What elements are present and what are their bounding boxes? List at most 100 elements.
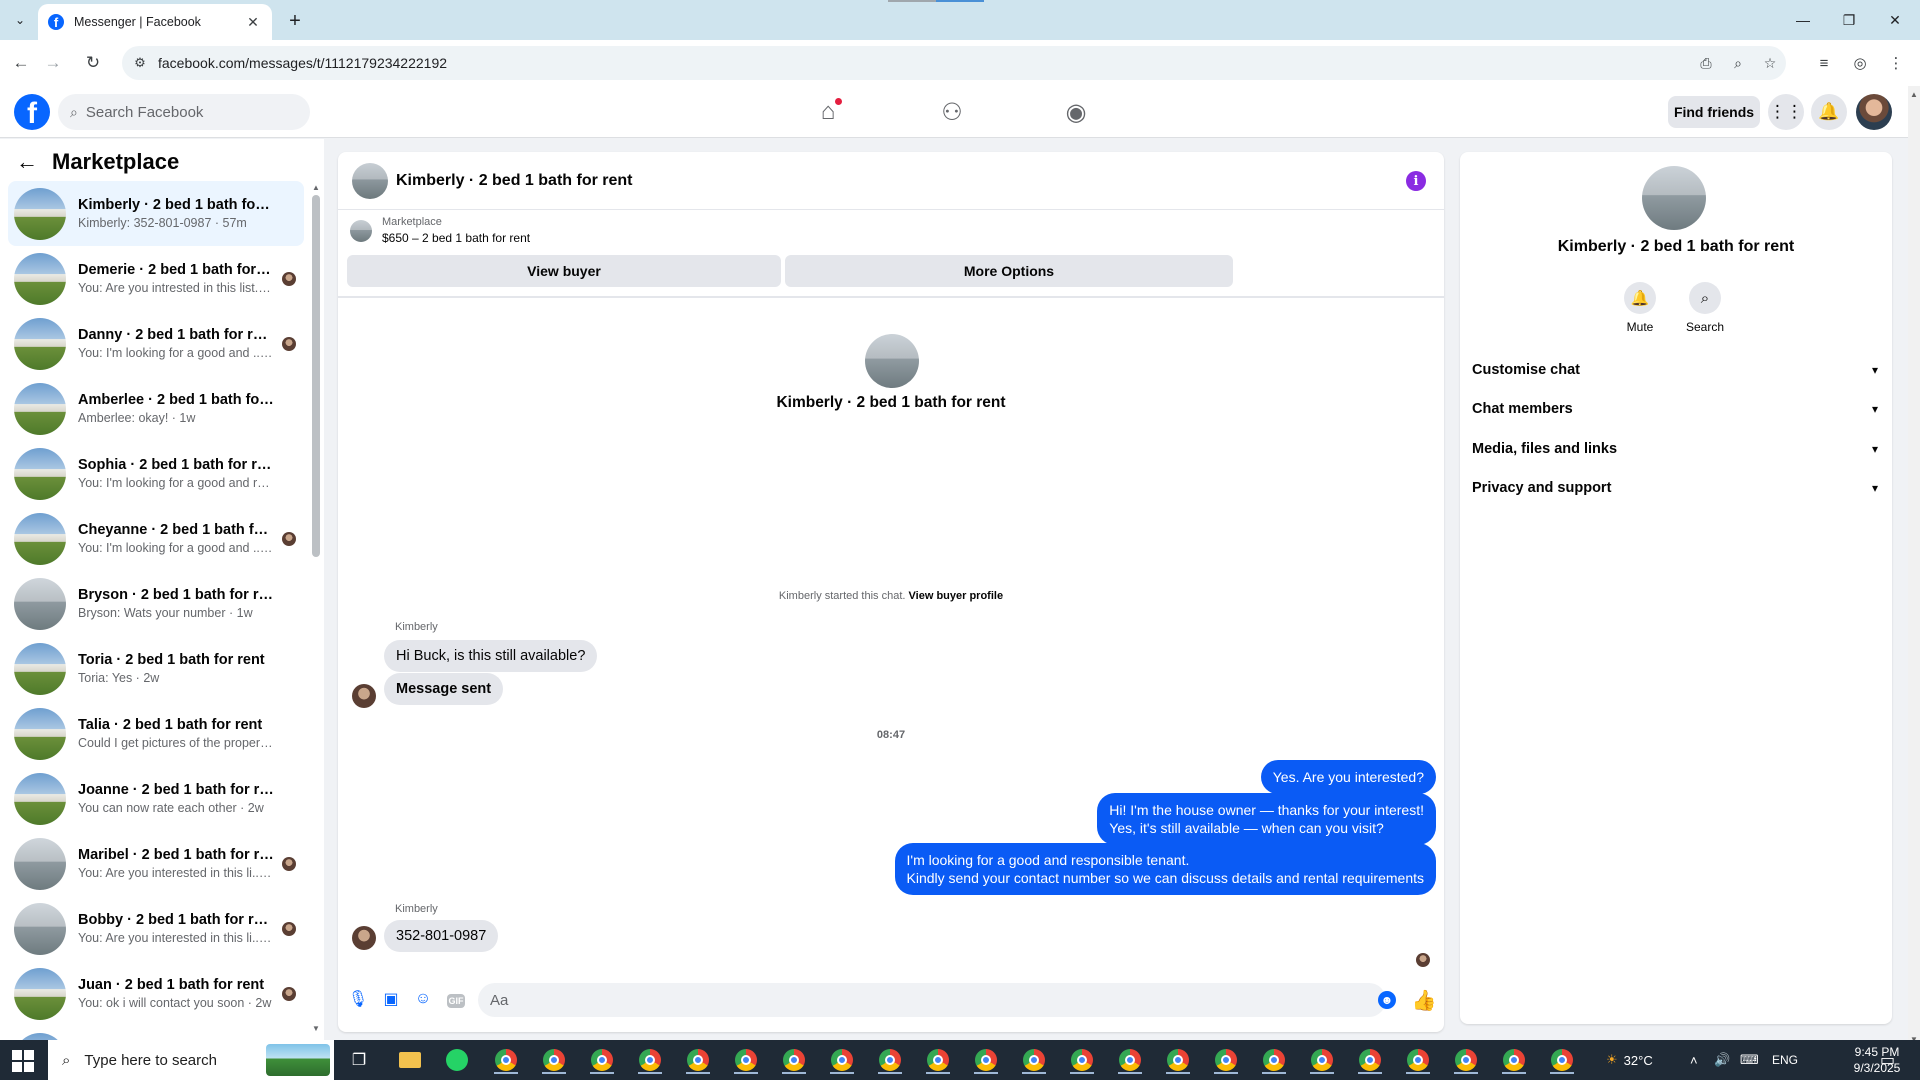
volume-icon[interactable]: 🔊 [1714,1040,1730,1080]
zoom-icon[interactable]: ⌕ [1722,55,1754,72]
notification-center-icon[interactable]: ▭ [1880,1040,1895,1080]
menu-grid-icon[interactable]: ⋮⋮ [1768,94,1804,130]
view-buyer-button[interactable]: View buyer [347,255,781,287]
gif-icon[interactable]: GIF [446,989,466,1009]
chrome-window-icon[interactable] [1020,1046,1048,1074]
forward-arrow-icon[interactable]: → [40,50,66,76]
taskbar-search-text[interactable]: Type here to search [84,1052,217,1069]
chat-list-item[interactable]: Toria · 2 bed 1 bath for rent Toria: Yes … [8,636,304,701]
chat-list-item[interactable]: Maribel · 2 bed 1 bath for rent You: Are … [8,831,304,896]
restore-window-icon[interactable]: ❐ [1826,8,1872,32]
chrome-window-icon[interactable] [684,1046,712,1074]
facebook-logo-icon[interactable]: f [14,94,50,130]
chat-list-item[interactable]: Danny · 2 bed 1 bath for rent You: I'm lo… [8,311,304,376]
conversation-thumbnail[interactable] [352,162,388,199]
customise-chat-section[interactable]: Customise chat ▾ [1472,352,1878,388]
chrome-window-icon[interactable] [1068,1046,1096,1074]
chrome-window-icon[interactable] [1548,1046,1576,1074]
scroll-down-arrow-icon[interactable]: ▼ [312,1024,320,1033]
chrome-window-icon[interactable] [1452,1046,1480,1074]
photo-icon[interactable]: ▣ [381,989,401,1009]
chrome-window-icon[interactable] [780,1046,808,1074]
tab-search-chevron-icon[interactable]: ⌄ [8,8,32,32]
friends-icon[interactable]: ⚇ [930,94,974,130]
view-buyer-profile-link[interactable]: View buyer profile [909,590,1004,602]
chrome-window-icon[interactable] [636,1046,664,1074]
listing-summary[interactable]: Marketplace $650 – 2 bed 1 bath for rent [350,216,530,245]
chrome-window-icon[interactable] [540,1046,568,1074]
bookmark-star-icon[interactable]: ☆ [1754,55,1786,72]
weather-temperature[interactable]: ☀ 32°C [1606,1040,1653,1080]
thumbs-up-icon[interactable]: 👍 [1412,988,1437,1012]
chrome-window-icon[interactable] [1164,1046,1192,1074]
chrome-window-icon[interactable] [1404,1046,1432,1074]
language-indicator[interactable]: ENG [1772,1040,1798,1080]
browser-tab-messenger[interactable]: f Messenger | Facebook ✕ [38,4,272,40]
chrome-window-icon[interactable] [972,1046,1000,1074]
account-avatar[interactable] [1856,94,1892,130]
reload-icon[interactable]: ↻ [80,50,106,76]
chat-list-item[interactable]: Bobby · 2 bed 1 bath for rent You: Are yo… [8,896,304,961]
close-window-icon[interactable]: ✕ [1872,8,1918,32]
chrome-window-icon[interactable] [1308,1046,1336,1074]
bell-icon[interactable]: 🔔 [1624,282,1656,314]
info-icon[interactable]: i [1406,171,1426,191]
chrome-window-icon[interactable] [876,1046,904,1074]
chrome-window-icon[interactable] [1212,1046,1240,1074]
profile-icon[interactable]: ◎ [1846,50,1874,76]
chat-list-item[interactable]: Kimberly · 2 bed 1 bath for rent Kimberly… [8,181,304,246]
chrome-window-icon[interactable] [1260,1046,1288,1074]
chrome-window-icon[interactable] [1356,1046,1384,1074]
chat-list-item[interactable]: Juan · 2 bed 1 bath for rent You: ok i wi… [8,961,304,1026]
site-info-icon[interactable]: ⚙ [122,55,158,71]
chat-list-item[interactable]: Amberlee · 2 bed 1 bath for rent Amberlee… [8,376,304,441]
chrome-window-icon[interactable] [828,1046,856,1074]
chrome-window-icon[interactable] [492,1046,520,1074]
address-bar[interactable]: ⚙ facebook.com/messages/t/11121792342221… [122,46,1786,80]
windows-start-icon[interactable] [12,1050,34,1072]
media-files-links-section[interactable]: Media, files and links ▾ [1472,431,1878,467]
chat-list-item[interactable]: Talia · 2 bed 1 bath for rent Could I get… [8,701,304,766]
privacy-support-section[interactable]: Privacy and support ▾ [1472,470,1878,506]
chat-list-scrollbar[interactable]: ▲ ▼ [312,183,320,1033]
file-explorer-icon[interactable] [396,1046,424,1074]
facebook-search[interactable]: ⌕ [58,94,310,130]
show-hidden-icons-chevron-icon[interactable]: ˄ [1690,1040,1698,1080]
url-text[interactable]: facebook.com/messages/t/1112179234222192 [158,55,1690,71]
back-arrow-icon[interactable]: ← [8,50,34,76]
home-icon[interactable]: ⌂ [806,94,850,130]
scrollbar-thumb[interactable] [312,195,320,557]
close-tab-icon[interactable]: ✕ [244,14,262,31]
page-scrollbar[interactable]: ▲ ▼ [1908,86,1920,1048]
notifications-bell-icon[interactable]: 🔔 [1811,94,1847,130]
chat-list-item[interactable]: Sophia · 2 bed 1 bath for rent You: I'm l… [8,441,304,506]
browser-menu-icon[interactable]: ⋮ [1882,50,1910,76]
task-view-icon[interactable]: ❐ [345,1046,373,1074]
mute-action[interactable]: 🔔 Mute [1610,282,1670,334]
chat-members-section[interactable]: Chat members ▾ [1472,391,1878,427]
chat-list-item[interactable]: Cheyanne · 2 bed 1 bath for r... You: I'm… [8,506,304,571]
scroll-up-arrow-icon[interactable]: ▲ [312,183,320,192]
chrome-window-icon[interactable] [924,1046,952,1074]
chrome-window-icon[interactable] [1116,1046,1144,1074]
chrome-window-icon[interactable] [732,1046,760,1074]
sender-avatar[interactable] [352,684,376,708]
find-friends-button[interactable]: Find friends [1668,96,1760,128]
chrome-window-icon[interactable] [1500,1046,1528,1074]
groups-icon[interactable]: ◉ [1054,94,1098,130]
scroll-up-arrow-icon[interactable]: ▲ [1910,90,1918,99]
search-icon[interactable]: ⌕ [1689,282,1721,314]
message-input[interactable] [478,983,1386,1017]
search-action[interactable]: ⌕ Search [1675,282,1735,334]
emoji-icon[interactable]: ☻ [1378,991,1396,1009]
chat-list-item[interactable]: Demerie · 2 bed 1 bath for rent You: Are … [8,246,304,311]
keyboard-icon[interactable]: ⌨ [1740,1040,1759,1080]
microphone-icon[interactable]: 🎙 [348,989,368,1009]
back-arrow-icon[interactable]: ← [16,149,38,175]
minimize-window-icon[interactable]: — [1780,8,1826,32]
sticker-icon[interactable]: ☺ [413,989,433,1009]
taskbar-search[interactable]: ⌕ Type here to search [48,1040,334,1080]
more-options-button[interactable]: More Options [785,255,1233,287]
install-app-icon[interactable]: ⎙ [1690,55,1722,72]
conversation-title[interactable]: Kimberly · 2 bed 1 bath for rent [396,172,632,190]
